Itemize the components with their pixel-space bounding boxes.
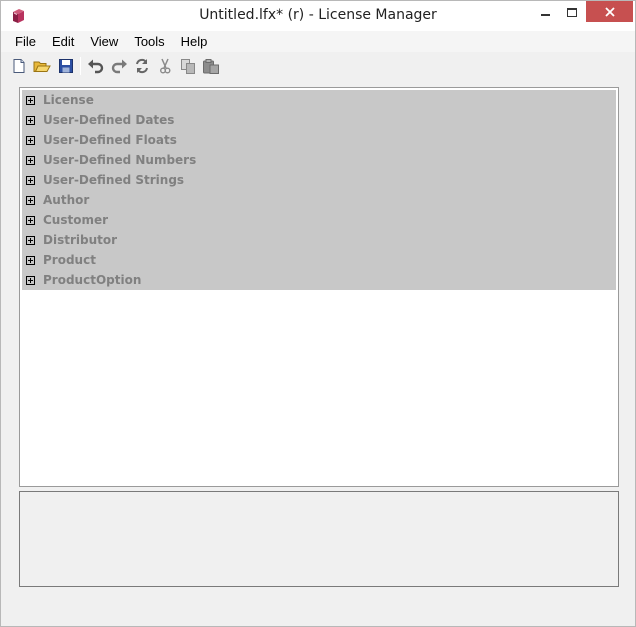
tree-item-distributor[interactable]: Distributor [22,230,616,250]
undo-button[interactable] [86,56,106,76]
tree-item-user-defined-strings[interactable]: User-Defined Strings [22,170,616,190]
cut-button[interactable] [155,56,175,76]
menu-view[interactable]: View [82,32,126,51]
tree-item-product[interactable]: Product [22,250,616,270]
expand-plus-icon[interactable] [26,215,35,225]
close-button[interactable] [586,1,633,22]
maximize-button[interactable] [559,1,585,23]
tree-item-user-defined-floats[interactable]: User-Defined Floats [22,130,616,150]
tree-item-author[interactable]: Author [22,190,616,210]
open-folder-icon [33,61,51,72]
expand-plus-icon[interactable] [26,115,35,125]
tree-item-label: ProductOption [43,273,142,287]
tree-item-label: User-Defined Strings [43,173,185,187]
status-bar [1,597,635,626]
paste-button[interactable] [201,56,221,76]
expand-plus-icon[interactable] [26,255,35,265]
tree-item-customer[interactable]: Customer [22,210,616,230]
new-file-icon [13,59,25,73]
toolbar [1,52,635,80]
tree-item-label: Customer [43,213,109,227]
minimize-button[interactable] [531,1,559,23]
menu-file[interactable]: File [7,32,44,51]
refresh-icon [136,58,148,74]
tree-item-label: User-Defined Numbers [43,153,197,167]
tree-item-user-defined-numbers[interactable]: User-Defined Numbers [22,150,616,170]
menu-edit[interactable]: Edit [44,32,82,51]
expand-plus-icon[interactable] [26,175,35,185]
tree-item-label: Author [43,193,90,207]
tree-panel[interactable]: License User-Defined Dates User-Defined … [19,87,619,487]
tree-item-license[interactable]: License [22,90,616,110]
save-icon [59,59,73,73]
app-window: Untitled.lfx* (r) - License Manager File… [0,0,636,627]
redo-icon [111,59,127,74]
toolbar-separator [80,57,81,75]
tree-item-label: User-Defined Floats [43,133,177,147]
tree-item-label: Distributor [43,233,118,247]
minimize-icon [540,14,550,16]
undo-icon [88,59,104,74]
copy-icon [181,59,195,74]
redo-button[interactable] [109,56,129,76]
save-button[interactable] [56,56,76,76]
new-file-button[interactable] [9,56,29,76]
expand-plus-icon[interactable] [26,235,35,245]
paste-icon [203,59,219,74]
tree-item-user-defined-dates[interactable]: User-Defined Dates [22,110,616,130]
cut-icon [160,58,171,74]
tree-item-productoption[interactable]: ProductOption [22,270,616,290]
details-panel [19,491,619,587]
expand-plus-icon[interactable] [26,155,35,165]
open-folder-button[interactable] [32,56,52,76]
tree-list: License User-Defined Dates User-Defined … [22,90,616,290]
copy-button[interactable] [178,56,198,76]
menu-tools[interactable]: Tools [126,32,172,51]
expand-plus-icon[interactable] [26,195,35,205]
maximize-icon [567,7,577,17]
tree-item-label: User-Defined Dates [43,113,175,127]
refresh-button[interactable] [132,56,152,76]
close-icon [604,6,615,17]
tree-item-label: License [43,93,94,107]
menu-bar: File Edit View Tools Help [1,31,635,52]
expand-plus-icon[interactable] [26,135,35,145]
menu-help[interactable]: Help [173,32,216,51]
expand-plus-icon[interactable] [26,275,35,285]
title-bar[interactable]: Untitled.lfx* (r) - License Manager [1,1,635,31]
tree-item-label: Product [43,253,96,267]
expand-plus-icon[interactable] [26,95,35,105]
